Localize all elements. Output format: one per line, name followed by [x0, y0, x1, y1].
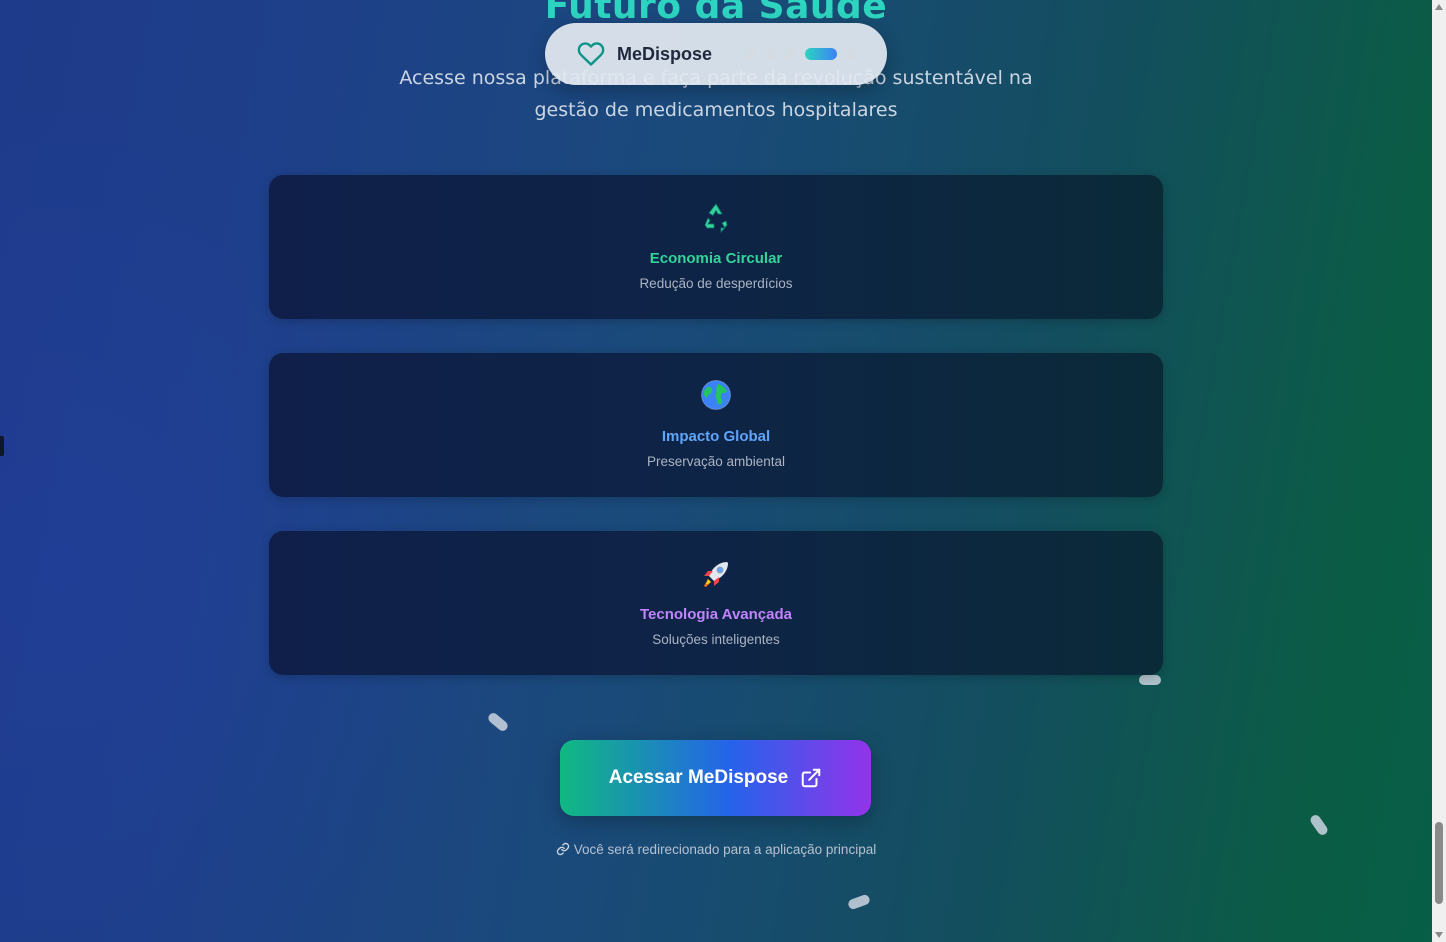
feature-card-economia-circular: Economia Circular Redução de desperdício… — [269, 175, 1163, 319]
page-viewport: Futuro da Saúde Acesse nossa plataforma … — [0, 0, 1432, 942]
globe-icon — [269, 379, 1163, 413]
side-handle[interactable] — [0, 436, 4, 456]
floating-pill-decoration — [1308, 813, 1330, 837]
scrollbar-thumb[interactable] — [1435, 822, 1443, 904]
heart-icon — [577, 42, 605, 66]
page-scrollbar[interactable] — [1432, 0, 1446, 942]
brand-name: MeDispose — [617, 43, 713, 64]
scroll-down-arrow-icon[interactable] — [1435, 932, 1443, 938]
slide-indicator — [745, 48, 857, 60]
external-link-icon — [802, 768, 821, 788]
redirect-note-text: Você será redirecionado para a aplicação… — [573, 842, 877, 857]
feature-card-impacto-global: Impacto Global Preservação ambiental — [269, 353, 1163, 497]
recycle-icon — [269, 201, 1163, 235]
link-icon — [556, 842, 569, 856]
feature-title: Impacto Global — [661, 428, 771, 445]
feature-description: Redução de desperdícios — [639, 276, 793, 291]
slide-dot-active[interactable] — [805, 48, 837, 60]
feature-card-tecnologia-avancada: Tecnologia Avançada Soluções inteligente… — [269, 531, 1163, 675]
cta-label: Acessar MeDispose — [608, 767, 789, 788]
floating-pill-decoration — [846, 893, 872, 911]
feature-description: Preservação ambiental — [646, 454, 786, 469]
redirect-note: Você será redirecionado para a aplicação… — [0, 842, 1432, 857]
brand-nav-pill[interactable]: MeDispose — [545, 23, 887, 85]
slide-dot[interactable] — [845, 48, 857, 60]
floating-pill-decoration — [1139, 675, 1161, 685]
acessar-medispose-button[interactable]: Acessar MeDispose — [560, 740, 871, 816]
slide-dot[interactable] — [785, 48, 797, 60]
feature-description: Soluções inteligentes — [652, 632, 780, 647]
feature-title: Economia Circular — [649, 250, 783, 267]
feature-title: Tecnologia Avançada — [640, 606, 792, 623]
scroll-up-arrow-icon[interactable] — [1435, 4, 1443, 10]
slide-dot[interactable] — [765, 48, 777, 60]
rocket-icon — [269, 557, 1163, 591]
slide-dot[interactable] — [745, 48, 757, 60]
